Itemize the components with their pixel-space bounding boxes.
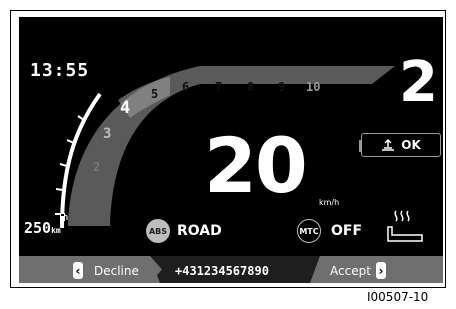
rpm-label-7: 7 xyxy=(215,80,223,94)
rpm-label-3: 3 xyxy=(103,126,112,142)
rpm-label-10: 10 xyxy=(306,80,321,94)
abs-badge: ABS xyxy=(146,219,170,243)
clock: 13:55 xyxy=(30,60,90,81)
rpm-label-9: 9 xyxy=(278,80,286,94)
mtc-badge: MTC xyxy=(297,219,321,243)
caller-number: +431234567890 xyxy=(175,264,269,278)
rpm-label-2: 2 xyxy=(93,160,101,174)
speed-unit: km/h xyxy=(319,198,340,207)
range-value: 250 xyxy=(24,219,52,237)
range-unit: km xyxy=(51,226,61,235)
rpm-label-8: 8 xyxy=(247,80,255,94)
riding-mode-value: ROAD xyxy=(177,223,222,239)
rpm-tick xyxy=(66,139,75,144)
rpm-label-6: 6 xyxy=(182,80,190,94)
heated-grip-icon xyxy=(387,210,423,242)
rpm-tick xyxy=(55,188,64,191)
fuel-pump-icon xyxy=(60,213,68,221)
traction-control-status: OK xyxy=(361,133,441,157)
rpm-label-4: 4 xyxy=(120,98,131,118)
range-readout: 250km xyxy=(24,219,61,237)
rpm-tick xyxy=(59,163,68,167)
traction-control-label: OK xyxy=(401,138,421,152)
decline-chevron-icon[interactable]: ‹ xyxy=(73,262,83,279)
decline-button[interactable]: Decline xyxy=(94,264,139,278)
mtc-value: OFF xyxy=(331,223,363,239)
figure-caption: I00507-10 xyxy=(367,290,429,304)
rpm-label-5: 5 xyxy=(151,87,159,101)
accept-button[interactable]: Accept xyxy=(330,264,371,278)
accept-chevron-icon[interactable]: › xyxy=(376,262,386,279)
speed-value: 20 xyxy=(204,121,308,210)
gear-indicator: 2 xyxy=(399,50,438,115)
traction-control-icon xyxy=(382,139,395,151)
